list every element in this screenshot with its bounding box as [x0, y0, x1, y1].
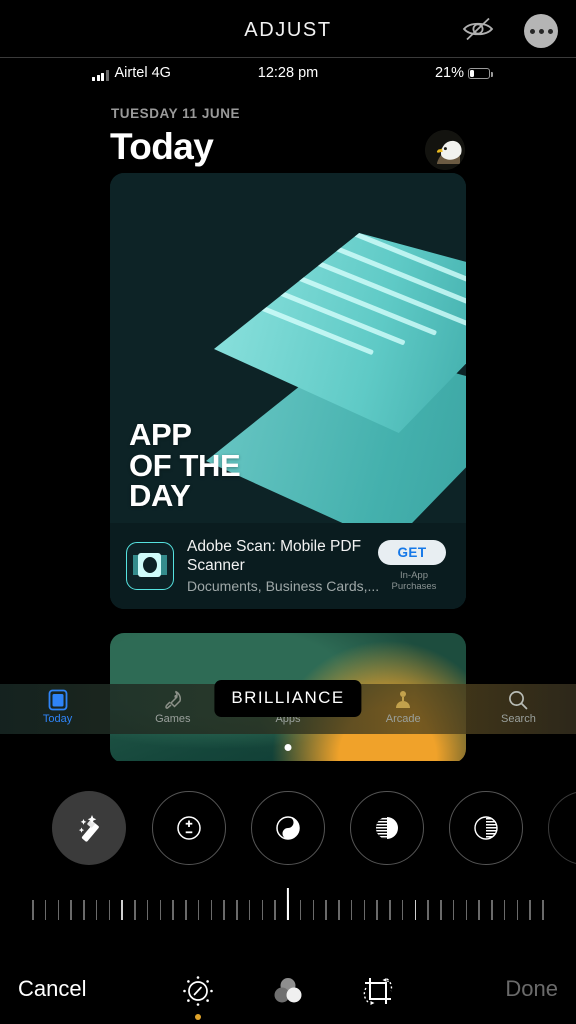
more-options-button[interactable] [524, 14, 558, 48]
adjust-tool-exposure[interactable] [152, 791, 226, 865]
slider-knob[interactable] [286, 888, 290, 920]
tab-games[interactable]: Games [115, 688, 230, 725]
in-app-purchases-label: In-App Purchases [391, 570, 437, 592]
adjust-tool-highlights[interactable] [350, 791, 424, 865]
adobe-scan-app-icon [126, 542, 174, 590]
magic-wand-icon [78, 815, 99, 842]
app-meta: Adobe Scan: Mobile PDF Scanner Documents… [187, 538, 378, 593]
card-headline-line: OF THE [129, 447, 241, 483]
editor-top-bar: ADJUST [0, 0, 576, 57]
highlights-icon [376, 817, 398, 839]
ellipsis-dot [547, 28, 553, 34]
editor-mode-tools [0, 968, 576, 1020]
app-of-the-day-card[interactable]: APP OF THE DAY Adobe Scan: Mobile PDF Sc… [110, 173, 466, 609]
ellipsis-dot [538, 28, 544, 34]
arcade-joystick-icon [346, 688, 461, 712]
battery-percent-label: 21% [434, 65, 464, 81]
adjustment-slider[interactable] [0, 888, 576, 924]
adjust-tool-contrast[interactable] [548, 791, 576, 865]
done-button[interactable]: Done [505, 976, 558, 1002]
search-icon [461, 688, 576, 712]
adjust-dial-icon [183, 976, 213, 1006]
ellipsis-dot [529, 28, 535, 34]
exposure-icon [177, 816, 201, 840]
mode-filters-button[interactable] [265, 968, 311, 1014]
get-column: GET In-App Purchases [378, 540, 450, 592]
photo-editor-screen: ADJUST Airtel 4G 12:28 pm 21% TUESDAY 11… [0, 0, 576, 1024]
tab-label: Games [155, 713, 191, 725]
card-headline: APP OF THE DAY [129, 416, 241, 514]
mode-adjust-button[interactable] [175, 968, 221, 1020]
tab-label: Search [500, 713, 536, 725]
adjust-tool-shadows[interactable] [449, 791, 523, 865]
card-app-row: Adobe Scan: Mobile PDF Scanner Documents… [110, 523, 466, 609]
card-headline-line: DAY [129, 478, 191, 514]
mode-crop-button[interactable] [355, 968, 401, 1014]
crop-rotate-icon [363, 978, 393, 1005]
get-button[interactable]: GET [378, 540, 446, 565]
app-name-label: Adobe Scan: Mobile PDF Scanner [187, 538, 362, 574]
eye-slash-icon[interactable] [460, 14, 496, 44]
adjust-tool-auto-enhance[interactable] [52, 791, 126, 865]
tab-label: Today [42, 713, 73, 725]
tab-label: Arcade [385, 713, 421, 725]
filters-circles-icon [274, 978, 302, 1003]
rocket-icon [115, 688, 230, 712]
page-indicator-dot [284, 744, 292, 751]
adjustment-tool-row [0, 791, 576, 867]
adjust-tool-brilliance[interactable] [251, 791, 325, 865]
brilliance-icon [276, 816, 300, 840]
today-date-label: TUESDAY 11 JUNE [111, 106, 241, 121]
card-headline-line: APP [129, 416, 192, 452]
avatar[interactable] [425, 130, 465, 170]
photo-canvas[interactable]: Airtel 4G 12:28 pm 21% TUESDAY 11 JUNE T… [0, 57, 576, 761]
tab-search[interactable]: Search [461, 688, 576, 725]
active-mode-indicator [195, 1014, 201, 1020]
battery-icon [468, 67, 493, 79]
tab-today[interactable]: Today [0, 688, 115, 725]
adjustment-name-tooltip: BRILLIANCE [214, 680, 362, 717]
today-heading: Today [110, 126, 214, 167]
tab-arcade[interactable]: Arcade [346, 688, 461, 725]
app-subtitle-label: Documents, Business Cards,... [187, 577, 378, 594]
editor-bottom-bar: Cancel Done [0, 956, 576, 1024]
ios-status-bar: Airtel 4G 12:28 pm 21% [0, 63, 576, 87]
status-bar-right: 21% [434, 65, 493, 81]
shadows-icon [474, 816, 498, 840]
today-icon [0, 688, 115, 712]
